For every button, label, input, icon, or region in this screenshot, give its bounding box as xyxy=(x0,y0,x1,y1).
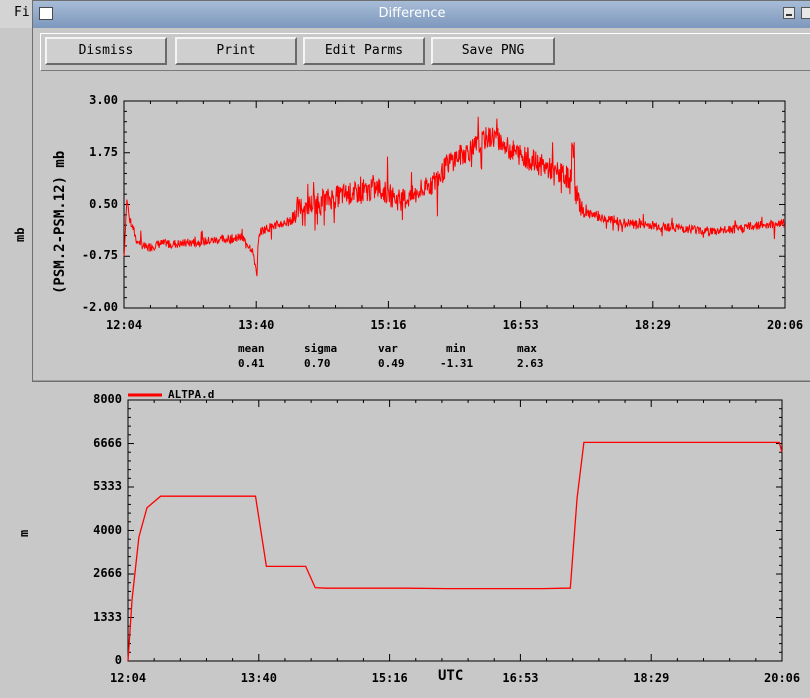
altitude-ytick-label: 6666 xyxy=(93,435,122,450)
altitude-xlabel: UTC xyxy=(438,668,464,684)
altitude-legend-label: ALTPA.d xyxy=(168,388,215,401)
altitude-xtick-label: 20:06 xyxy=(764,671,801,685)
stats-value-min: -1.31 xyxy=(440,357,474,370)
altitude-ytick-label: 5333 xyxy=(93,479,122,493)
stats-header-sigma: sigma xyxy=(304,342,338,355)
altitude-ytick-label: 1333 xyxy=(93,609,122,624)
altitude-xtick-label: 13:40 xyxy=(240,671,277,685)
stats-value-sigma: 0.70 xyxy=(304,357,331,370)
altitude-ylabel: m xyxy=(17,529,31,537)
altitude-frame xyxy=(127,399,783,662)
charts-canvas xyxy=(32,100,810,662)
difference-frame xyxy=(123,100,786,309)
difference-xtick-label: 16:53 xyxy=(502,318,539,332)
altitude-ytick-label: 0 xyxy=(114,653,122,667)
stats-header-mean: mean xyxy=(238,342,265,355)
difference-series-line xyxy=(123,116,786,277)
difference-ylabel: (PSM.2-PSM.12) mb xyxy=(52,150,68,294)
altitude-xtick-label: 12:04 xyxy=(110,671,147,685)
difference-ytick-label: 1.75 xyxy=(89,144,118,159)
stats-header-max: max xyxy=(517,342,537,355)
difference-xtick-label: 20:06 xyxy=(767,318,804,332)
difference-xtick-label: 13:40 xyxy=(238,318,275,332)
difference-ytick-label: -2.00 xyxy=(81,300,118,314)
difference-ytick-label: 0.50 xyxy=(89,196,118,211)
stats-value-mean: 0.41 xyxy=(238,357,265,370)
altitude-ytick-label: 8000 xyxy=(93,392,122,406)
difference-ytick-label: -0.75 xyxy=(81,248,118,263)
stats-value-var: 0.49 xyxy=(378,357,405,370)
altitude-ytick-label: 2666 xyxy=(93,566,122,581)
stats-value-max: 2.63 xyxy=(517,357,544,370)
stats-header-var: var xyxy=(378,342,398,355)
difference-xtick-label: 18:29 xyxy=(634,318,671,332)
altitude-xtick-label: 15:16 xyxy=(371,671,408,685)
stats-header-min: min xyxy=(446,342,466,355)
difference-ytick-label: 3.00 xyxy=(89,93,118,107)
altitude-xtick-label: 16:53 xyxy=(502,671,539,685)
difference-xtick-label: 12:04 xyxy=(106,318,143,332)
altitude-ytick-label: 4000 xyxy=(93,522,122,537)
altitude-xtick-label: 18:29 xyxy=(633,671,670,685)
difference-outer-ylabel: mb xyxy=(13,227,27,242)
difference-xtick-label: 15:16 xyxy=(370,318,407,332)
altitude-series-line xyxy=(127,441,783,662)
